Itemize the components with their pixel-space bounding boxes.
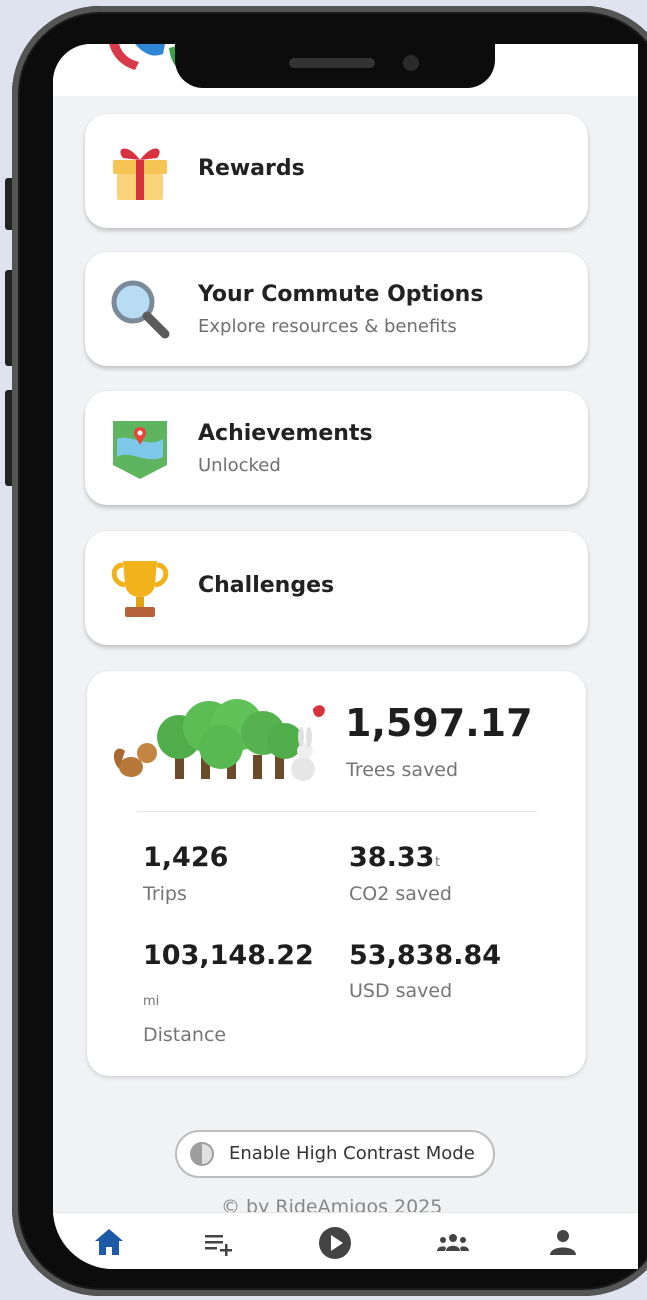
commute-options-subtitle: Explore resources & benefits [198,316,457,337]
achievements-subtitle: Unlocked [198,455,281,476]
app-logo-icon [109,44,185,72]
challenges-card[interactable]: Challenges [85,531,588,645]
trips-value: 1,426 [143,842,229,873]
trees-saved-label: Trees saved [346,759,459,781]
notch-speaker [289,58,375,68]
groups-icon [437,1234,469,1251]
challenges-title: Challenges [198,573,335,598]
home-icon [95,1229,123,1255]
trees-saved-value: 1,597.17 [345,701,533,745]
usd-saved-value: 53,838.84 [349,940,502,971]
stats-divider [137,811,537,812]
play-circle-icon [319,1227,351,1259]
trophy-icon [111,561,169,617]
distance-value: 103,148.22 [143,940,314,971]
achievements-title: Achievements [198,421,373,446]
notch-camera [403,55,419,71]
trips-label: Trips [143,883,187,905]
nav-community[interactable] [433,1223,473,1263]
contrast-icon [190,1142,214,1166]
nav-trips-log[interactable] [199,1223,239,1263]
achievements-card[interactable]: Achievements Unlocked [85,391,588,505]
nav-profile[interactable] [543,1223,583,1263]
nav-start-trip[interactable] [315,1223,355,1263]
distance-label: Distance [143,1024,227,1046]
nav-home[interactable] [89,1223,129,1263]
high-contrast-button[interactable]: Enable High Contrast Mode [175,1130,495,1178]
rewards-title: Rewards [198,156,305,181]
playlist-add-icon [205,1235,232,1256]
usd-saved-label: USD saved [349,980,453,1002]
co2-saved-label: CO2 saved [349,883,452,905]
rewards-card[interactable]: Rewards [85,114,588,228]
gift-icon [113,148,167,200]
phone-notch [175,44,495,88]
person-icon [550,1230,576,1255]
commute-options-title: Your Commute Options [198,282,484,307]
app-screen: Rewards Your Commute Options Explore res… [53,44,638,1269]
high-contrast-label: Enable High Contrast Mode [229,1143,475,1164]
commute-options-card[interactable]: Your Commute Options Explore resources &… [85,252,588,366]
distance-unit: mi [143,994,160,1009]
impact-stats-card: 1,597.17 Trees saved 1,426 Trips 38.33 t… [87,671,586,1076]
co2-unit: t [435,855,441,870]
forest-animals-icon [113,699,325,781]
co2-saved-value: 38.33 [349,842,435,873]
magnifier-icon [111,280,170,339]
bottom-nav-bar [53,1212,638,1269]
map-pin-icon [113,421,167,479]
